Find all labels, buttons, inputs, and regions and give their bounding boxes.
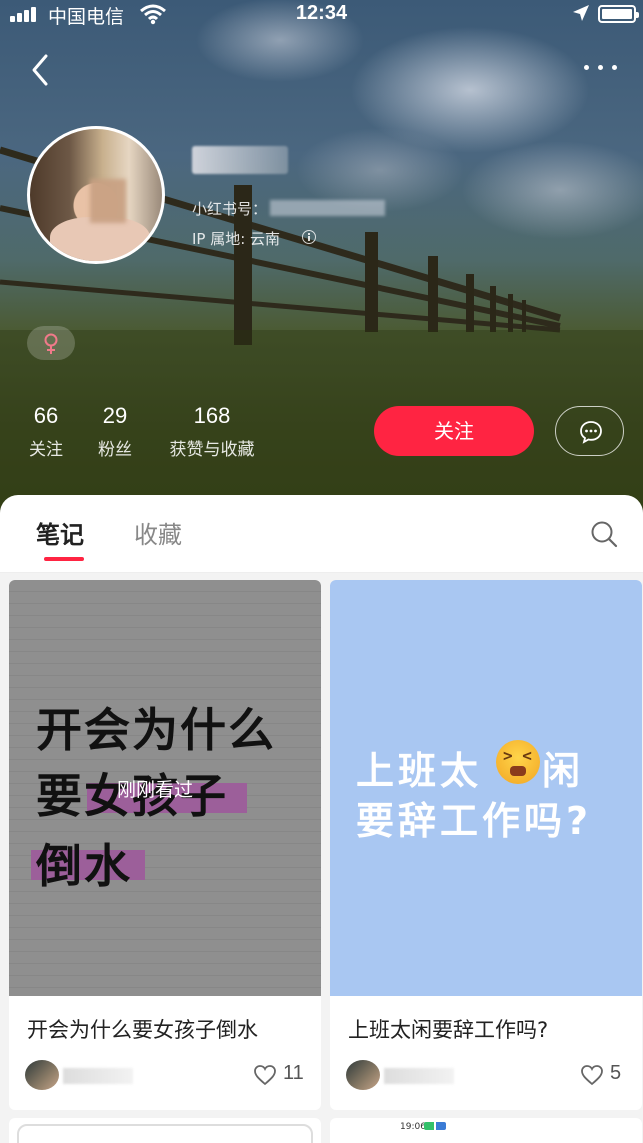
following-label: 关注 — [29, 440, 63, 460]
note-card[interactable]: 开会为什么 要女孩子 倒水 刚刚看过 开会为什么要女孩子倒水 11 — [9, 580, 321, 1110]
author-name-blurred — [384, 1068, 454, 1084]
follow-button[interactable]: 关注 — [374, 406, 534, 456]
ip-location: IP 属地: 云南 — [192, 230, 281, 248]
like-count: 5 — [610, 1062, 622, 1084]
more-dots-icon[interactable] — [580, 60, 622, 76]
note-card-partial[interactable] — [9, 1118, 321, 1143]
cover-line: 上班太 — [356, 749, 483, 793]
message-button[interactable] — [555, 406, 624, 456]
message-icon — [580, 421, 602, 444]
followers-label: 粉丝 — [98, 440, 132, 460]
heart-icon[interactable] — [580, 1064, 604, 1086]
note-cover: 上班太 闲 要辞工作吗? — [330, 580, 642, 996]
tab-notes[interactable]: 笔记 — [36, 515, 84, 550]
status-bar: 中国电信 12:34 — [0, 0, 643, 28]
author-name-blurred — [63, 1068, 133, 1084]
like-count: 11 — [283, 1062, 304, 1084]
redbook-id-blurred — [270, 200, 385, 216]
location-arrow-icon — [573, 5, 589, 21]
info-icon[interactable] — [302, 230, 316, 244]
likes-count: 168 — [193, 403, 231, 428]
active-tab-indicator — [44, 557, 84, 561]
clock: 12:34 — [295, 2, 348, 24]
note-title: 上班太闲要辞工作吗? — [348, 1018, 549, 1042]
avatar[interactable] — [25, 1060, 59, 1090]
heart-icon[interactable] — [253, 1064, 277, 1086]
profile-page: 中国电信 12:34 小红书号： IP 属地: 云南 66 关注 29 粉丝 1… — [0, 0, 643, 1143]
followers-count: 29 — [102, 403, 128, 428]
following-count: 66 — [33, 403, 59, 428]
female-icon — [44, 333, 58, 354]
status-icons — [424, 1122, 446, 1130]
stat-likes-collections[interactable]: 168 获赞与收藏 — [162, 403, 262, 460]
stat-following[interactable]: 66 关注 — [28, 403, 64, 460]
redbook-id-label: 小红书号： — [192, 200, 268, 218]
battery-icon — [598, 5, 639, 23]
search-icon[interactable] — [590, 520, 618, 548]
back-chevron-icon[interactable] — [26, 52, 58, 88]
avatar[interactable] — [27, 126, 165, 264]
note-title: 开会为什么要女孩子倒水 — [27, 1018, 258, 1042]
likes-label: 获赞与收藏 — [169, 440, 255, 460]
note-card[interactable]: 上班太 闲 要辞工作吗? 上班太闲要辞工作吗? 5 — [330, 580, 642, 1110]
tab-bar: 笔记 收藏 — [0, 495, 643, 573]
username-blurred — [192, 146, 288, 174]
recently-viewed-badge: 刚刚看过 — [117, 779, 194, 801]
cover-line: 倒水 — [36, 839, 132, 893]
stat-followers[interactable]: 29 粉丝 — [95, 403, 135, 460]
gender-badge — [27, 326, 75, 360]
tab-collections[interactable]: 收藏 — [134, 515, 182, 550]
avatar[interactable] — [346, 1060, 380, 1090]
emoji-icon — [496, 740, 540, 784]
cover-line: 要辞工作吗? — [356, 799, 593, 843]
cover-time-text: 19:06 — [400, 1122, 426, 1132]
note-cover: 开会为什么 要女孩子 倒水 刚刚看过 — [9, 580, 321, 996]
cover-line: 闲 — [542, 749, 585, 793]
note-card-partial[interactable]: 19:06 — [330, 1118, 642, 1143]
cover-line: 开会为什么 — [36, 703, 276, 757]
